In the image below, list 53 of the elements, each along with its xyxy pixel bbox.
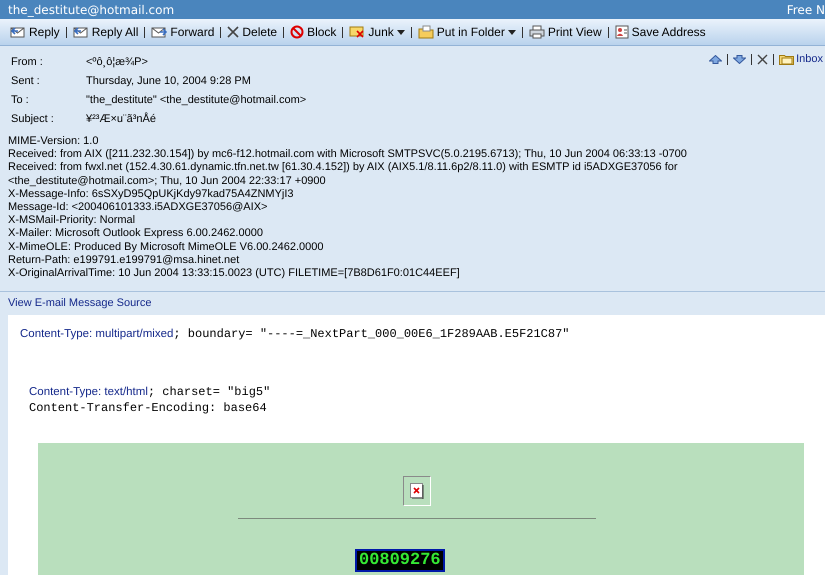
toolbar-button[interactable]: Put in Folder (416, 25, 517, 39)
down-arrow-icon[interactable] (733, 54, 746, 64)
toolbar-button[interactable]: Block (289, 25, 338, 39)
header-line: Message-Id: <200406101333.i5ADXGE37056@AIX> (8, 201, 268, 214)
charset-text: ; charset= "big5" (148, 385, 270, 400)
toolbar-button[interactable]: Delete (226, 25, 278, 39)
header-line: X-MSMail-Priority: Normal (8, 214, 136, 228)
field-label: From : (11, 56, 44, 68)
toolbar-button[interactable]: Reply (9, 25, 61, 39)
content-type-label: Content-Type: multipart/mixed (20, 328, 174, 340)
folder-icon[interactable] (779, 53, 794, 65)
header-line: Return-Path: e199791.e199791@msa.hinet.net (8, 254, 240, 268)
source-link[interactable]: View E-mail Message Source (8, 297, 152, 310)
broken-image-icon (410, 483, 424, 500)
encoding-text: Content-Transfer-Encoding: base64 (29, 401, 267, 416)
printer-icon (528, 25, 545, 39)
toolbar-button[interactable]: Print View (528, 25, 603, 39)
header-line: X-MimeOLE: Produced By Microsoft MimeOLE V6.00.2462.0000 (8, 240, 324, 254)
field-value: "the_destitute" <the_destitute@hotmail.com> (86, 94, 306, 106)
block-icon (290, 25, 304, 39)
close-icon[interactable] (757, 54, 768, 64)
toolbar-button[interactable]: Reply All (72, 25, 140, 39)
close-icon (227, 26, 240, 38)
field-value: Thursday, June 10, 2004 9:28 PM (86, 74, 251, 86)
field-label: To : (11, 94, 30, 106)
envelope-icon (10, 25, 26, 39)
header-line: Received: from fwxl.net (152.4.30.61.dynamic.tfn.net.tw [61.30.4.152]) by AIX (AIX5.1/8.11.6p2/8.11.0) with ESMTP id i5ADXGE37056 for <the_destitute@hotmail.com>; Thu, 10 Jun 2004 22:33:17 +0900 (8, 161, 679, 188)
address-card-icon (614, 25, 629, 39)
toolbar-button[interactable]: Save Address (614, 25, 707, 39)
header-line: X-OriginalArrivalTime: 10 Jun 2004 13:33:15.0023 (UTC) FILETIME=[7B8D61F0:01C44EEF] (8, 267, 461, 280)
folder-icon (418, 25, 434, 39)
caret-icon (396, 30, 405, 34)
toolbar-button[interactable]: Forward (150, 25, 216, 39)
header-line: X-Mailer: Microsoft Outlook Express 6.00.2462.0000 (8, 227, 264, 241)
field-value: ¥²³Æ×u¨ã³nÅé (86, 112, 156, 124)
content-type-label: Content-Type: text/html (29, 386, 148, 398)
field-label: Sent : (11, 74, 41, 86)
folder-link[interactable]: Inbox (796, 53, 823, 65)
caret-icon (508, 30, 516, 34)
header-line: X-Message-Info: 6sSXyD95QpUKjKdy97kad75A4ZNMYjI3 (8, 188, 295, 202)
boundary-text: ; boundary= "----=_NextPart_000_00E6_1F289AAB.E5F21C87" (173, 327, 570, 342)
up-arrow-icon[interactable] (709, 54, 722, 64)
header-line: Received: from AIX ([211.232.30.154]) by mc6-f12.hotmail.com with Microsoft SMTPSVC(5.0.2195.6713); Thu, 10 Jun 2004 06:33:13 -0700 (8, 148, 688, 162)
toolbar-button[interactable]: Junk (348, 25, 406, 39)
envelope-icon (151, 25, 168, 39)
field-value: <ºô¸ô¦æ¾P> (86, 56, 148, 68)
junk-icon (349, 25, 366, 39)
header-line: MIME-Version: 1.0 (8, 135, 100, 148)
hit-counter: 00809276 (355, 549, 445, 572)
account-title: the_destitute@hotmail.com (8, 2, 174, 16)
envelope-icon (72, 25, 89, 39)
header-link[interactable]: Free N (786, 2, 825, 16)
field-label: Subject : (11, 112, 55, 124)
